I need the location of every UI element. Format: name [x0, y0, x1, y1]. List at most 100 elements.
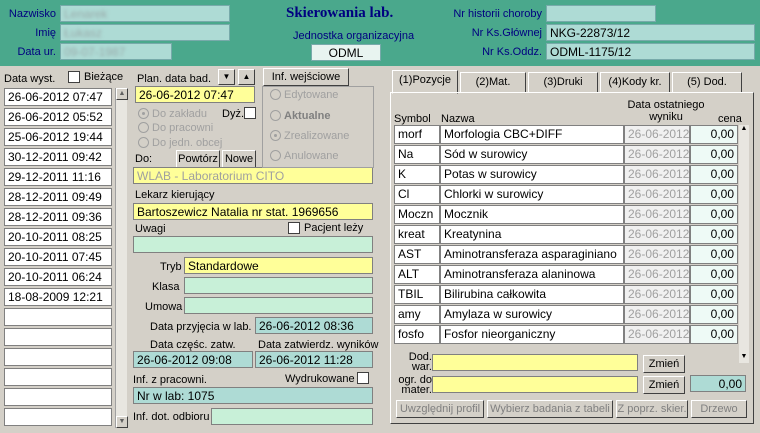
- data-przyjecia-field[interactable]: 26-06-2012 08:36: [255, 317, 373, 334]
- inf-z-pracowni-field[interactable]: Nr w lab: 1075: [133, 387, 373, 404]
- cell-cena[interactable]: 0,00: [690, 185, 738, 204]
- radio-do-jedn-obcej[interactable]: Do jedn. obcej: [138, 137, 222, 149]
- nazwisko-field[interactable]: Lenarek: [60, 5, 230, 22]
- table-scrollbar[interactable]: ▲ ▼: [739, 125, 749, 363]
- tab-pozycje[interactable]: (1)Pozycje: [392, 70, 458, 94]
- wydrukowane-checkbox[interactable]: [357, 372, 369, 384]
- cell-symbol[interactable]: fosfo: [394, 325, 440, 344]
- cell-symbol[interactable]: TBIL: [394, 285, 440, 304]
- nr-ks-oddz-field[interactable]: ODML-1175/12: [546, 43, 755, 60]
- date-list-item[interactable]: 20-10-2011 07:45: [4, 248, 112, 266]
- cell-cena[interactable]: 0,00: [690, 245, 738, 264]
- plan-data-up-icon[interactable]: ▲: [238, 69, 255, 85]
- drzewo-button[interactable]: Drzewo: [691, 400, 747, 418]
- uwagi-field[interactable]: [133, 236, 373, 253]
- data-zatw-field[interactable]: 26-06-2012 11:28: [255, 351, 373, 368]
- powtorz-button[interactable]: Powtórz: [176, 150, 220, 168]
- radio-zrealizowane[interactable]: Zrealizowane: [270, 130, 349, 142]
- cell-cena[interactable]: 0,00: [690, 125, 738, 144]
- cell-symbol[interactable]: amy: [394, 305, 440, 324]
- zmien-dod-war-button[interactable]: Zmień: [643, 355, 685, 373]
- scroll-down-icon[interactable]: ▼: [116, 416, 128, 428]
- radio-do-zakladu[interactable]: Do zakładu: [138, 108, 207, 120]
- do-field[interactable]: WLAB - Laboratorium CITO: [133, 167, 373, 184]
- tab-kody-kr[interactable]: (4)Kody kr.: [600, 72, 670, 93]
- cell-nazwa[interactable]: Bilirubina całkowita: [440, 285, 624, 304]
- date-list-item[interactable]: [4, 308, 112, 326]
- cell-symbol[interactable]: ALT: [394, 265, 440, 284]
- nowe-button[interactable]: Nowe: [222, 150, 256, 168]
- date-list-item[interactable]: 29-12-2011 11:16: [4, 168, 112, 186]
- cell-symbol[interactable]: Na: [394, 145, 440, 164]
- table-scroll-down-icon[interactable]: ▼: [739, 353, 749, 363]
- cell-cena[interactable]: 0,00: [690, 145, 738, 164]
- tab-dod[interactable]: (5) Dod.: [672, 72, 742, 93]
- radio-edytowane[interactable]: Edytowane: [270, 89, 338, 101]
- zmien-ogr-button[interactable]: Zmień: [643, 376, 685, 394]
- cell-nazwa[interactable]: Morfologia CBC+DIFF: [440, 125, 624, 144]
- radio-do-pracowni[interactable]: Do pracowni: [138, 122, 213, 134]
- tryb-field[interactable]: Standardowe: [184, 257, 373, 274]
- nr-historii-field[interactable]: [546, 5, 656, 22]
- date-list-item[interactable]: 30-12-2011 09:42: [4, 148, 112, 166]
- dod-war-field[interactable]: [432, 354, 638, 371]
- biezace-checkbox[interactable]: [68, 71, 80, 83]
- cell-cena[interactable]: 0,00: [690, 265, 738, 284]
- tab-mat[interactable]: (2)Mat.: [460, 72, 526, 93]
- date-list-item[interactable]: 25-06-2012 19:44: [4, 128, 112, 146]
- inf-dot-odbioru-field[interactable]: [211, 408, 373, 425]
- cell-symbol[interactable]: Moczn: [394, 205, 440, 224]
- dyz-checkbox[interactable]: [244, 107, 256, 119]
- cell-nazwa[interactable]: Potas w surowicy: [440, 165, 624, 184]
- cell-cena[interactable]: 0,00: [690, 325, 738, 344]
- cell-cena[interactable]: 0,00: [690, 225, 738, 244]
- plan-data-field[interactable]: 26-06-2012 07:47: [135, 86, 255, 103]
- data-czesc-field[interactable]: 26-06-2012 09:08: [133, 351, 253, 368]
- date-list-item[interactable]: [4, 388, 112, 406]
- date-list-scrollbar[interactable]: ▲ ▼: [115, 88, 128, 428]
- cell-nazwa[interactable]: Aminotransferaza alaninowa: [440, 265, 624, 284]
- wybierz-badania-button[interactable]: Wybierz badania z tabeli: [487, 400, 613, 418]
- cell-cena[interactable]: 0,00: [690, 205, 738, 224]
- date-list-item[interactable]: 28-12-2011 09:36: [4, 208, 112, 226]
- date-list-item[interactable]: [4, 328, 112, 346]
- jednostka-field[interactable]: ODML: [311, 44, 381, 61]
- cell-symbol[interactable]: kreat: [394, 225, 440, 244]
- date-list-item[interactable]: 28-12-2011 09:49: [4, 188, 112, 206]
- cell-nazwa[interactable]: Kreatynina: [440, 225, 624, 244]
- pacjent-lezy-checkbox[interactable]: [288, 222, 300, 234]
- cell-nazwa[interactable]: Sód w surowicy: [440, 145, 624, 164]
- cell-symbol[interactable]: morf: [394, 125, 440, 144]
- tab-druki[interactable]: (3)Druki: [528, 72, 598, 93]
- imie-field[interactable]: Łukasz: [60, 24, 230, 41]
- z-poprz-skier-button[interactable]: Z poprz. skier.: [616, 400, 688, 418]
- cell-cena[interactable]: 0,00: [690, 285, 738, 304]
- date-list-item[interactable]: [4, 368, 112, 386]
- inf-wejsciowe-button[interactable]: Inf. wejściowe: [263, 68, 349, 86]
- cell-nazwa[interactable]: Mocznik: [440, 205, 624, 224]
- cell-nazwa[interactable]: Aminotransferaza asparaginiano: [440, 245, 624, 264]
- plan-data-dropdown-icon[interactable]: ▼: [218, 69, 235, 85]
- cell-nazwa[interactable]: Amylaza w surowicy: [440, 305, 624, 324]
- ogr-do-mater-field[interactable]: [432, 376, 638, 393]
- lekarz-field[interactable]: Bartoszewicz Natalia nr stat. 1969656: [133, 203, 373, 220]
- table-scroll-up-icon[interactable]: ▲: [739, 125, 749, 135]
- date-list-item[interactable]: 20-10-2011 06:24: [4, 268, 112, 286]
- cell-nazwa[interactable]: Fosfor nieorganiczny: [440, 325, 624, 344]
- umowa-field[interactable]: [184, 297, 373, 314]
- cell-nazwa[interactable]: Chlorki w surowicy: [440, 185, 624, 204]
- uwzglednij-profil-button[interactable]: Uwzględnij profil: [396, 400, 484, 418]
- radio-anulowane[interactable]: Anulowane: [270, 150, 338, 162]
- date-list-item[interactable]: [4, 348, 112, 366]
- date-list-item[interactable]: 26-06-2012 05:52: [4, 108, 112, 126]
- klasa-field[interactable]: [184, 277, 373, 294]
- data-ur-field[interactable]: 09-07-1987: [60, 43, 172, 60]
- date-list-item[interactable]: 18-08-2009 12:21: [4, 288, 112, 306]
- date-list-item[interactable]: 20-10-2011 08:25: [4, 228, 112, 246]
- scroll-up-icon[interactable]: ▲: [116, 88, 128, 100]
- cell-symbol[interactable]: Cl: [394, 185, 440, 204]
- cell-cena[interactable]: 0,00: [690, 305, 738, 324]
- nr-ks-glownej-field[interactable]: NKG-22873/12: [546, 24, 755, 41]
- cell-symbol[interactable]: K: [394, 165, 440, 184]
- radio-aktualne[interactable]: Aktualne: [270, 110, 330, 122]
